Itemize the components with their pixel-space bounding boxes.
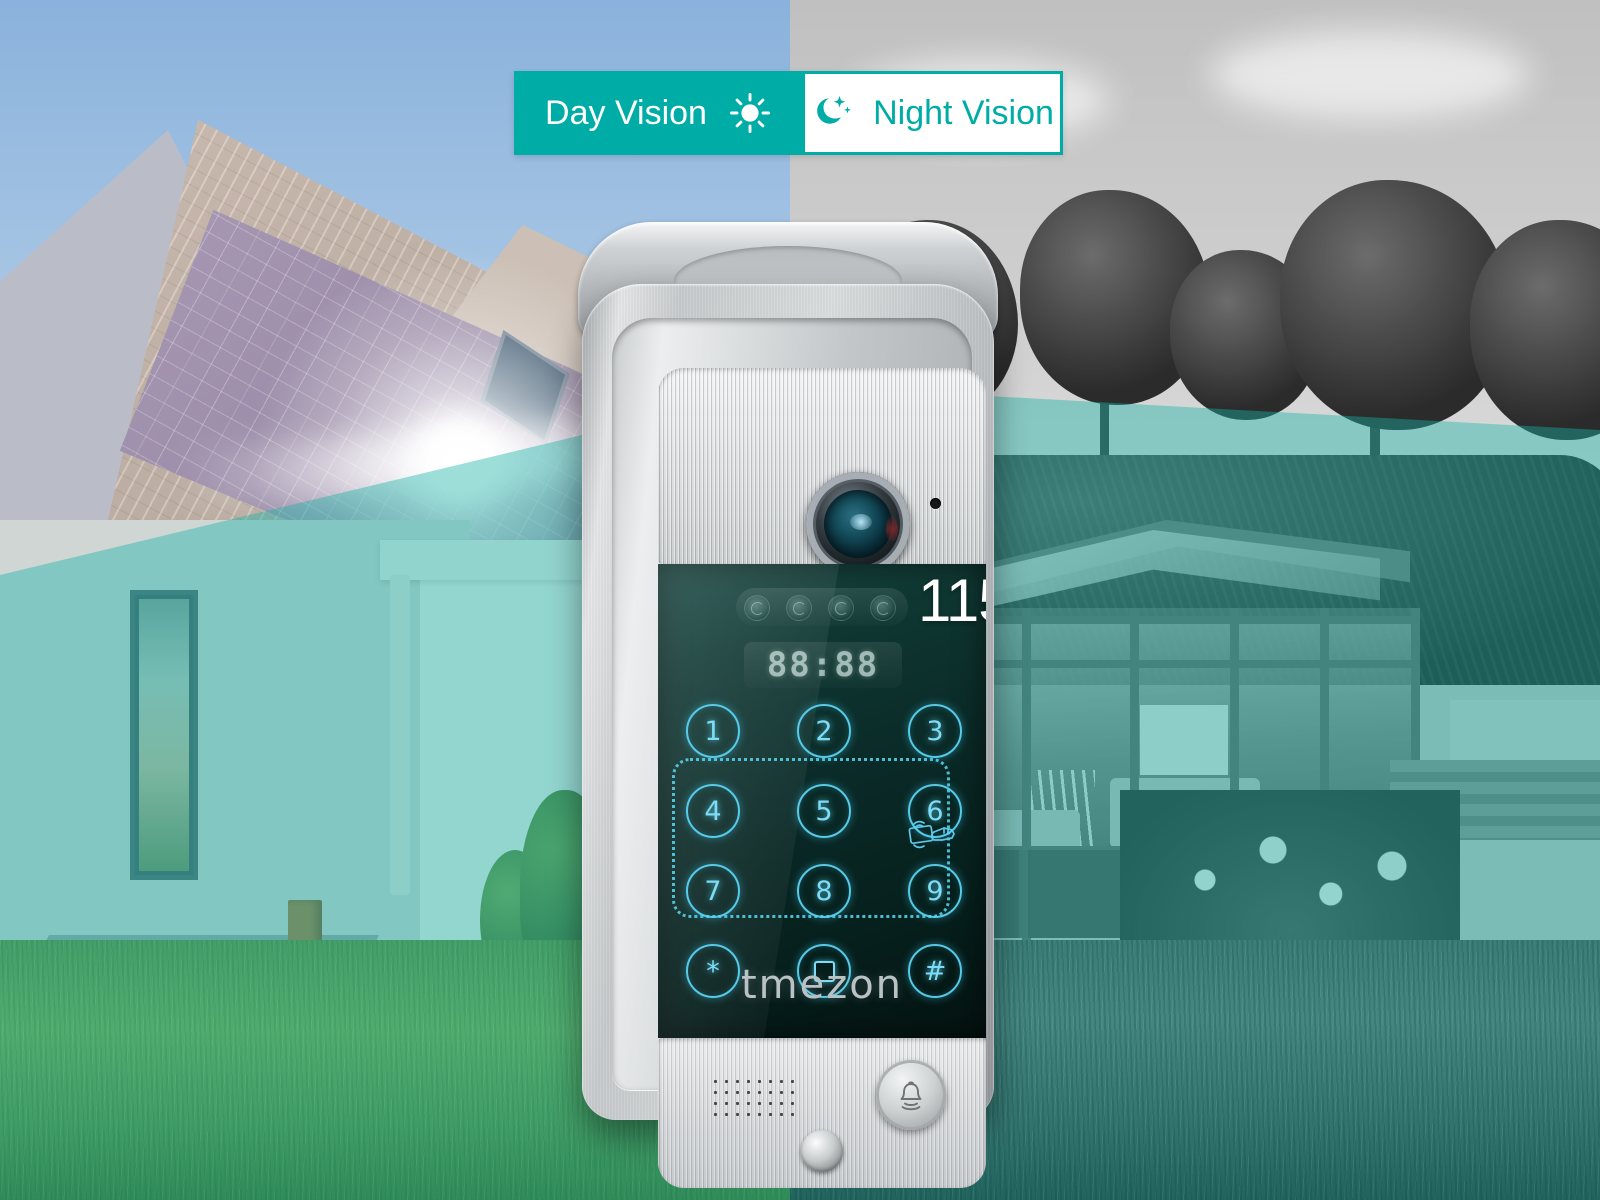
- device-body: 88:88 115°: [582, 284, 994, 1188]
- ir-led-icon: [744, 595, 770, 621]
- tall-window: [130, 590, 198, 880]
- camera-faceplate: [658, 368, 986, 564]
- pendant-lamp: [1140, 705, 1228, 775]
- ir-led-icon: [828, 595, 854, 621]
- keypad-key-5[interactable]: 5: [797, 784, 851, 838]
- bell-icon: [900, 1081, 922, 1111]
- video-doorbell-device: 88:88 115°: [578, 222, 998, 1188]
- keypad-key-8[interactable]: 8: [797, 864, 851, 918]
- brand-logo: tmezon: [740, 962, 904, 1008]
- keypad-key-7[interactable]: 7: [686, 864, 740, 918]
- ir-led-icon: [786, 595, 812, 621]
- sun-icon: [730, 93, 770, 133]
- microphone-hole-icon: [930, 498, 941, 509]
- device-inner-frame: 88:88 115°: [612, 318, 986, 1188]
- time-display-value: 88:88: [766, 645, 880, 685]
- field-of-view-label: 115°: [918, 567, 986, 634]
- keypad-key-6[interactable]: 6: [908, 784, 962, 838]
- cloud: [1210, 30, 1530, 120]
- keypad-key-4[interactable]: 4: [686, 784, 740, 838]
- glass-keypad-panel: 88:88 115°: [658, 564, 986, 1038]
- bottom-panel: [658, 1038, 986, 1188]
- night-vision-label: Night Vision: [873, 93, 1054, 132]
- night-vision-segment[interactable]: Night Vision: [802, 71, 1063, 155]
- keypad-key-2[interactable]: 2: [797, 704, 851, 758]
- product-hero-image: 88:88 115°: [0, 0, 1600, 1200]
- keypad-key-3[interactable]: 3: [908, 704, 962, 758]
- downspout: [390, 575, 410, 895]
- day-vision-label: Day Vision: [545, 93, 707, 132]
- keypad[interactable]: 1 2 3 4 5 6 7 8 9 * #: [686, 704, 962, 998]
- keypad-key-1[interactable]: 1: [686, 704, 740, 758]
- day-night-vision-badge: Day Vision Night Vision: [514, 71, 1063, 155]
- mounting-screw-icon: [801, 1130, 843, 1172]
- day-vision-segment[interactable]: Day Vision: [514, 71, 802, 155]
- ir-led-icon: [870, 595, 896, 621]
- doorbell-button[interactable]: [876, 1060, 946, 1130]
- speaker-grille-icon: [710, 1076, 794, 1122]
- moon-stars-icon: [817, 96, 851, 124]
- seven-segment-display: 88:88: [744, 642, 902, 688]
- keypad-key-9[interactable]: 9: [908, 864, 962, 918]
